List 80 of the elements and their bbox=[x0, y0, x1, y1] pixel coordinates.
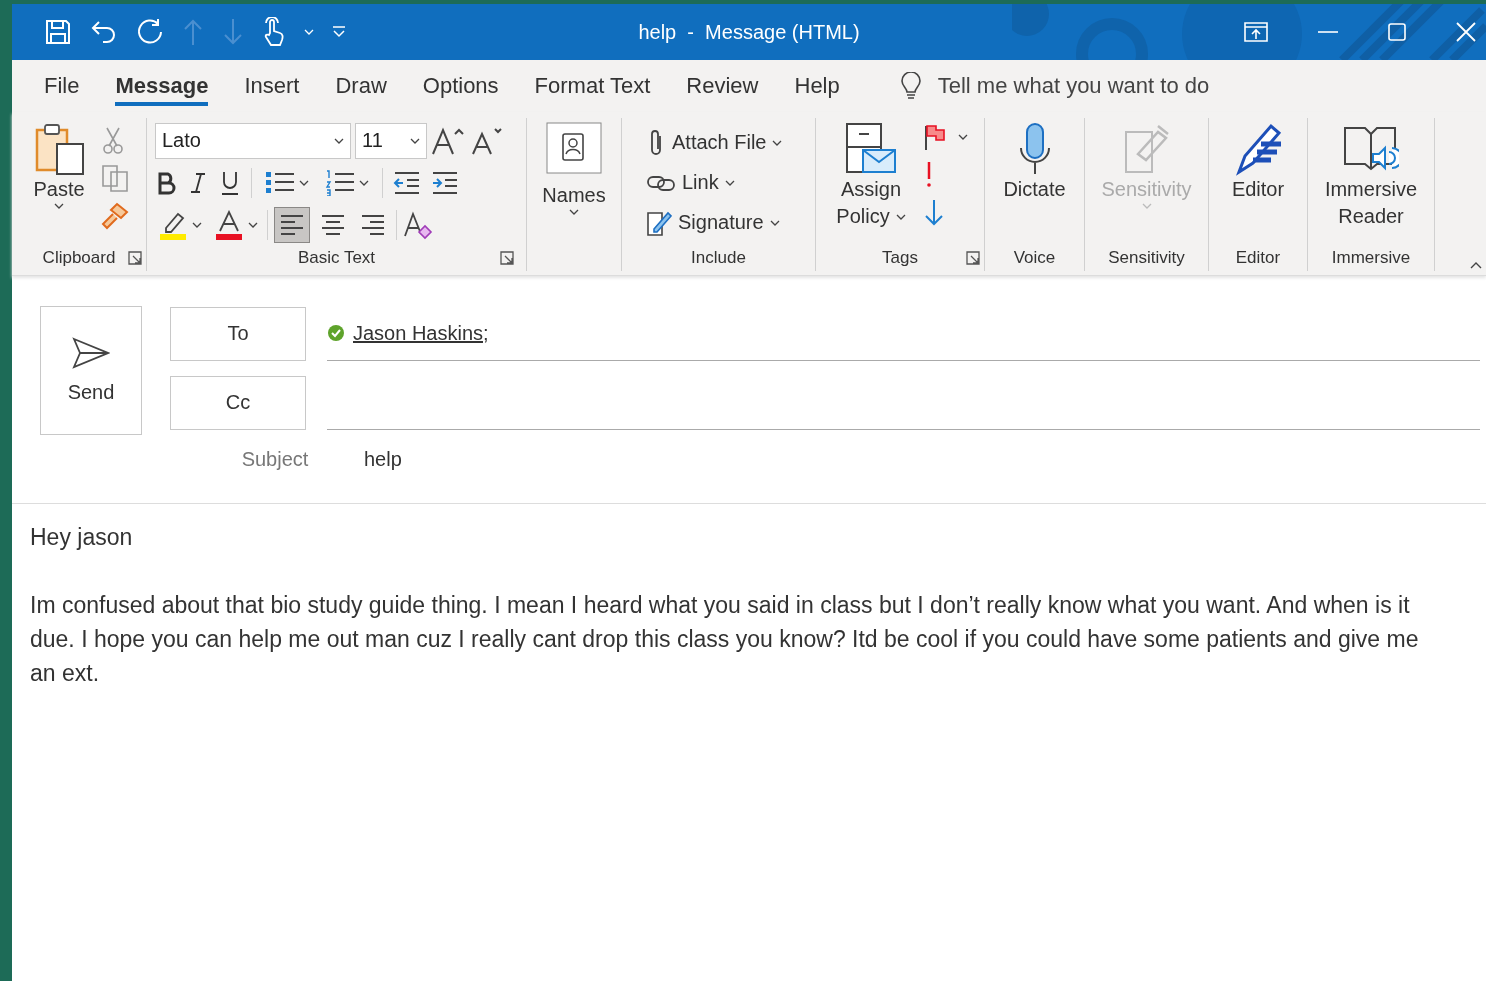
group-label: Editor bbox=[1235, 248, 1281, 268]
group-label: Include bbox=[691, 248, 746, 268]
customize-icon[interactable] bbox=[332, 26, 346, 38]
subject-field[interactable]: help bbox=[364, 447, 402, 471]
body-paragraph: Im confused about that bio study guide thing. I mean I heard what you said in class but I don’t really know what you want. And when is it due. I hope you can help me out man cuz I really cant drop this class you know? Itd be cool if you could have some patients and give me an ext. bbox=[30, 591, 1420, 688]
immersive-reader-button[interactable]: Immersive Reader bbox=[1320, 120, 1422, 232]
undo-icon[interactable] bbox=[90, 18, 118, 46]
caret-icon[interactable] bbox=[769, 219, 780, 226]
include-button[interactable]: Link bbox=[642, 164, 739, 201]
ribbon-tab[interactable]: Options bbox=[404, 66, 517, 106]
ribbon-tab[interactable]: Insert bbox=[226, 66, 318, 106]
ribbon-tab[interactable]: File bbox=[26, 66, 98, 106]
group-label: Immersive bbox=[1331, 248, 1411, 268]
bullet-list-icon bbox=[265, 169, 295, 196]
recipient-link[interactable]: Jason Haskins; bbox=[353, 321, 489, 345]
increase-indent-icon[interactable] bbox=[431, 170, 459, 195]
cc-button[interactable]: Cc bbox=[170, 375, 306, 430]
ribbon-tab[interactable]: Help bbox=[776, 66, 858, 106]
touch-mode-icon[interactable] bbox=[262, 17, 286, 47]
lightbulb-icon bbox=[899, 72, 922, 100]
caret-icon[interactable] bbox=[334, 137, 344, 144]
caret-icon[interactable] bbox=[724, 179, 735, 186]
cabinet-envelope-icon bbox=[843, 122, 899, 176]
underline-icon[interactable] bbox=[219, 169, 241, 196]
send-button[interactable]: Send bbox=[40, 306, 142, 435]
decrease-indent-icon[interactable] bbox=[393, 170, 421, 195]
address-book-icon bbox=[546, 122, 602, 174]
font-select[interactable]: Lato bbox=[155, 122, 351, 159]
caret-icon[interactable] bbox=[410, 137, 420, 144]
dialog-launcher-icon[interactable] bbox=[966, 251, 980, 265]
format-painter-icon[interactable] bbox=[101, 202, 129, 230]
redo-icon[interactable] bbox=[136, 18, 164, 46]
names-button[interactable]: Names bbox=[538, 120, 610, 217]
maximize-icon[interactable] bbox=[1388, 23, 1406, 41]
caret-icon[interactable] bbox=[569, 209, 579, 215]
dictate-button[interactable]: Dictate bbox=[999, 120, 1070, 205]
tell-me-field[interactable]: Tell me what you want to do bbox=[935, 72, 1280, 100]
shrink-font-icon[interactable] bbox=[469, 125, 503, 156]
to-field[interactable]: Jason Haskins; bbox=[327, 306, 1480, 361]
group-label: Basic Text bbox=[297, 248, 376, 268]
collapse-ribbon-icon[interactable] bbox=[1470, 261, 1482, 269]
group-label: Voice bbox=[1013, 248, 1056, 268]
caret-icon[interactable] bbox=[192, 221, 202, 228]
editor-button[interactable]: Editor bbox=[1227, 120, 1289, 205]
include-button[interactable]: Signature bbox=[642, 204, 784, 241]
low-importance-icon[interactable] bbox=[923, 198, 944, 226]
ribbon-tab[interactable]: Draw bbox=[317, 66, 405, 106]
clipboard-icon bbox=[33, 122, 85, 176]
caret-icon[interactable] bbox=[248, 221, 258, 228]
caret-icon[interactable] bbox=[957, 134, 968, 140]
close-icon[interactable] bbox=[1456, 22, 1476, 42]
paper-plane-icon bbox=[72, 337, 110, 369]
assign-policy-button[interactable]: Assign Policy bbox=[832, 120, 910, 232]
ribbon-tab[interactable]: Message bbox=[97, 66, 227, 106]
font-color-icon bbox=[214, 209, 244, 240]
include-button[interactable]: Attach File bbox=[642, 124, 787, 161]
group-label: Sensitivity bbox=[1108, 248, 1185, 268]
numbered-list-icon bbox=[325, 169, 355, 196]
group-label: Tags bbox=[882, 248, 918, 268]
ribbon-tab[interactable]: Review bbox=[668, 66, 777, 106]
dialog-launcher-icon[interactable] bbox=[500, 251, 514, 265]
scissors-icon[interactable] bbox=[101, 126, 125, 154]
ribbon-tab[interactable]: Format Text bbox=[516, 66, 669, 106]
caret-icon[interactable] bbox=[359, 179, 369, 186]
save-icon[interactable] bbox=[44, 18, 72, 46]
dialog-launcher-icon[interactable] bbox=[128, 251, 142, 265]
caret-icon[interactable] bbox=[772, 139, 783, 146]
ribbon-display-icon[interactable] bbox=[1244, 22, 1268, 42]
window-title: help - Message (HTML) bbox=[638, 20, 860, 43]
caret-icon[interactable] bbox=[895, 213, 906, 220]
subject-label: Subject bbox=[240, 447, 310, 471]
group-label: Clipboard bbox=[42, 248, 116, 268]
flag-icon[interactable] bbox=[923, 124, 946, 150]
caret-icon[interactable] bbox=[54, 203, 64, 209]
font-size-select[interactable]: 11 bbox=[355, 122, 427, 159]
align-button[interactable] bbox=[274, 206, 310, 243]
body-paragraph: Hey jason bbox=[30, 523, 134, 552]
to-button[interactable]: To bbox=[170, 306, 306, 361]
caret-icon[interactable] bbox=[299, 179, 309, 186]
paste-button[interactable]: Paste bbox=[29, 120, 89, 211]
